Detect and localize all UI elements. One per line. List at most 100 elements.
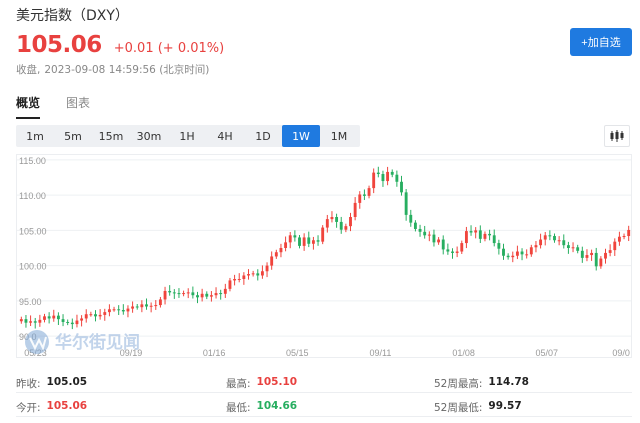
candle: [437, 237, 441, 245]
period-5m[interactable]: 5m: [54, 125, 92, 147]
candle-body: [330, 217, 334, 220]
add-to-watchlist-button[interactable]: +加自选: [570, 28, 632, 56]
candle: [613, 238, 617, 256]
candle: [608, 244, 612, 257]
candle-body: [242, 275, 246, 279]
period-1w[interactable]: 1W: [282, 125, 320, 147]
candle: [506, 253, 510, 260]
period-4h[interactable]: 4H: [206, 125, 244, 147]
candle: [56, 312, 60, 326]
candle-body: [274, 252, 278, 257]
candle: [557, 236, 561, 246]
tab-overview[interactable]: 概览: [16, 94, 41, 119]
candle-body: [511, 255, 515, 258]
candle: [168, 285, 172, 296]
x-tick-label: 05/07: [535, 348, 558, 358]
low-value: 104.66: [256, 400, 298, 412]
candle-body: [158, 299, 162, 306]
close-time: 2023-09-08 14:59:56 (北京时间): [44, 64, 210, 76]
candle-body: [177, 293, 181, 295]
candle-body: [362, 194, 366, 196]
candle-body: [432, 234, 436, 243]
candle-body: [506, 255, 510, 258]
period-15m[interactable]: 15m: [92, 125, 130, 147]
candle-body: [298, 237, 301, 246]
candle: [89, 311, 93, 317]
candle-body: [126, 308, 130, 312]
period-30m[interactable]: 30m: [130, 125, 168, 147]
candle: [38, 314, 42, 327]
close-label: 收盘,: [16, 64, 41, 76]
candle: [260, 265, 264, 279]
candle-body: [367, 188, 371, 196]
candle: [66, 319, 70, 326]
candle: [186, 288, 190, 299]
candle: [339, 216, 343, 234]
price-chart[interactable]: 115.00110.00105.00100.0095.0090.0 05/230…: [16, 154, 632, 358]
candle-body: [107, 309, 111, 313]
candle-body: [172, 292, 176, 294]
candle-body: [483, 233, 487, 239]
price-change: +0.01 (+ 0.01%): [113, 41, 225, 56]
x-tick-label: 09/0: [612, 348, 630, 358]
y-tick-label: 115.00: [19, 156, 46, 166]
period-1m[interactable]: 1m: [16, 125, 54, 147]
candle: [140, 300, 144, 313]
tab-chart[interactable]: 图表: [66, 94, 90, 119]
candle-body: [209, 295, 213, 297]
candle-body: [38, 319, 42, 323]
candle-body: [515, 251, 519, 256]
candle-body: [321, 227, 325, 242]
candle: [70, 318, 74, 330]
candle: [617, 231, 621, 246]
candle-body: [84, 314, 88, 319]
candle-body: [94, 314, 97, 317]
candle-body: [566, 245, 570, 248]
candle: [284, 236, 288, 252]
candle-body: [47, 316, 51, 319]
candle-body: [344, 226, 348, 230]
period-1d[interactable]: 1D: [244, 125, 282, 147]
close-info: 收盘, 2023-09-08 14:59:56 (北京时间): [16, 62, 632, 77]
candle-body: [307, 237, 311, 244]
candlestick-icon[interactable]: [604, 125, 630, 147]
candle-body: [112, 309, 116, 311]
candle-body: [488, 233, 492, 236]
candle-body: [451, 251, 454, 253]
candle-body: [534, 245, 538, 248]
candle-body: [548, 235, 552, 237]
candle: [594, 247, 598, 271]
candle: [316, 235, 320, 246]
candle: [358, 191, 362, 209]
candle-body: [604, 252, 607, 259]
x-tick-label: 01/08: [452, 348, 475, 358]
candle-body: [43, 316, 46, 320]
high-value: 105.10: [256, 376, 298, 388]
candle: [265, 262, 269, 278]
period-1mo[interactable]: 1M: [320, 125, 358, 147]
candle-body: [103, 312, 107, 315]
open-label: 今开:: [16, 402, 41, 414]
candle: [386, 166, 390, 186]
candle: [75, 314, 79, 328]
candle: [446, 243, 450, 255]
candle: [61, 314, 65, 327]
candle-body: [228, 280, 232, 289]
x-tick-label: 09/11: [370, 348, 392, 358]
price-row: 105.06 +0.01 (+ 0.01%): [16, 32, 632, 58]
candle: [251, 270, 255, 277]
candle-body: [497, 243, 501, 249]
low52-label: 52周最低:: [434, 402, 483, 414]
stats-divider: [16, 392, 632, 393]
candle: [228, 277, 232, 292]
candle: [451, 248, 454, 259]
candle: [219, 289, 223, 300]
period-1h[interactable]: 1H: [168, 125, 206, 147]
candle: [381, 170, 385, 187]
candle-body: [260, 271, 264, 276]
candle-body: [423, 231, 427, 236]
candle: [488, 229, 492, 241]
candle-body: [557, 240, 561, 242]
candle: [395, 170, 399, 187]
candle-body: [284, 242, 288, 248]
